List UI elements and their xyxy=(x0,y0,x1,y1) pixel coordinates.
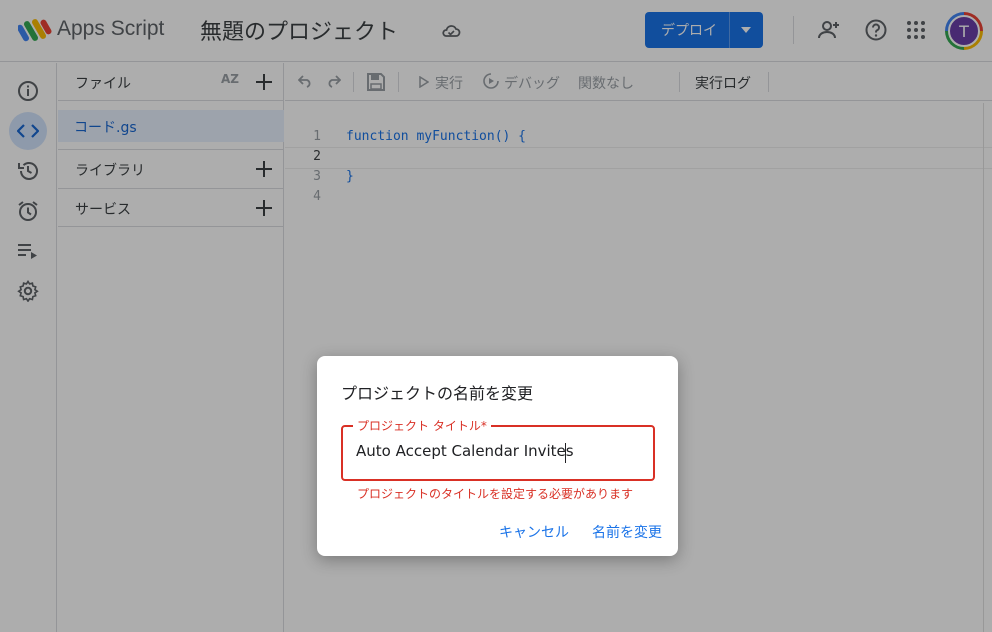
text-cursor xyxy=(565,443,566,463)
project-title-input[interactable] xyxy=(356,442,646,460)
rename-project-dialog: プロジェクトの名前を変更 プロジェクト タイトル* プロジェクトのタイトルを設定… xyxy=(317,356,678,556)
field-error-message: プロジェクトのタイトルを設定する必要があります xyxy=(357,487,634,501)
project-title-field[interactable]: プロジェクト タイトル* xyxy=(341,417,655,481)
dialog-title: プロジェクトの名前を変更 xyxy=(341,384,534,403)
project-title-field-label: プロジェクト タイトル* xyxy=(353,417,491,434)
cancel-button[interactable]: キャンセル xyxy=(499,522,569,542)
rename-button[interactable]: 名前を変更 xyxy=(592,522,662,542)
